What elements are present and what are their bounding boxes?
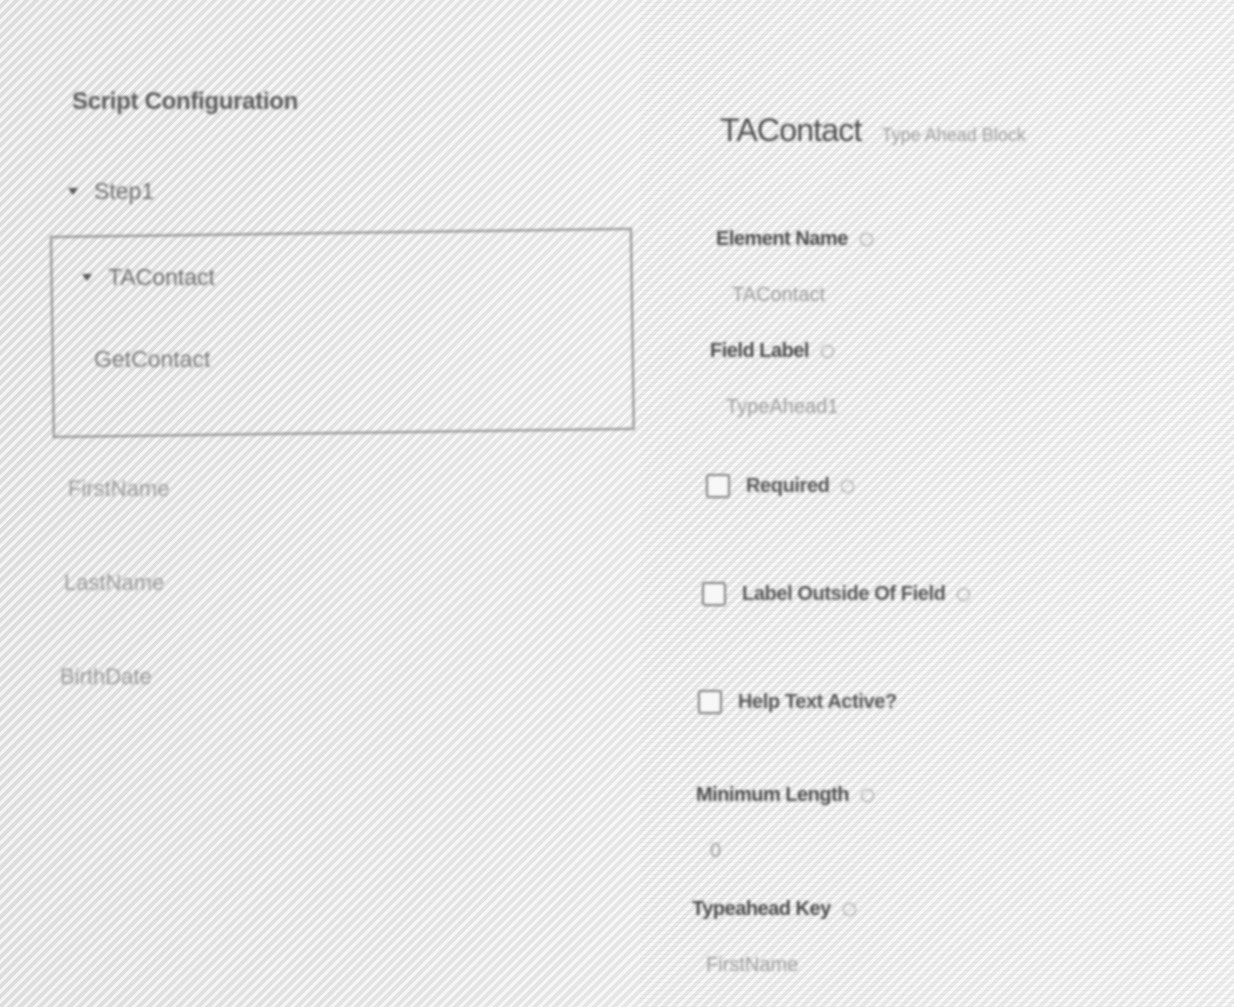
help-text-checkbox[interactable] <box>698 690 722 714</box>
tree-item-label: LastName <box>64 570 165 595</box>
caret-down-icon[interactable] <box>82 274 92 281</box>
field-label-label: Field Label <box>710 340 834 363</box>
element-title: TAContact <box>720 112 862 148</box>
caret-down-icon[interactable] <box>68 188 78 195</box>
info-icon[interactable] <box>820 345 834 358</box>
tree-item-firstname[interactable]: FirstName <box>68 476 169 502</box>
selected-block-outline[interactable] <box>50 227 635 438</box>
element-type: Type Ahead Block <box>881 125 1026 145</box>
properties-panel: TAContact Type Ahead Block Element Name … <box>690 0 1234 1007</box>
typeahead-key-label: Typeahead Key <box>692 898 856 921</box>
checkbox-label: Required <box>746 474 830 497</box>
minimum-length-input[interactable]: 0 <box>710 840 721 863</box>
checkbox-label: Help Text Active? <box>738 690 897 713</box>
structure-panel: Script Configuration Step1 TAContact Get… <box>0 0 660 1007</box>
element-name-label: Element Name <box>716 228 873 251</box>
required-checkbox-row[interactable]: Required <box>706 474 855 498</box>
typeahead-key-input[interactable]: FirstName <box>706 954 798 977</box>
tree-item-birthdate[interactable]: BirthDate <box>60 664 152 690</box>
label-text: Minimum Length <box>696 784 849 806</box>
tree-item-lastname[interactable]: LastName <box>64 570 164 596</box>
label-outside-checkbox[interactable] <box>702 582 726 606</box>
label-text: Element Name <box>716 228 848 250</box>
tree-item-step1[interactable]: Step1 <box>68 178 154 205</box>
info-icon[interactable] <box>842 903 856 916</box>
tree-item-label: FirstName <box>68 476 170 501</box>
info-icon[interactable] <box>841 479 855 493</box>
required-checkbox[interactable] <box>706 474 730 498</box>
label-outside-checkbox-row[interactable]: Label Outside Of Field <box>702 582 971 606</box>
label-text: Typeahead Key <box>692 898 831 920</box>
minimum-length-label: Minimum Length <box>696 784 874 807</box>
properties-header: TAContact Type Ahead Block <box>720 112 1026 149</box>
field-label-input[interactable]: TypeAhead1 <box>726 396 838 419</box>
tree-item-label: GetContact <box>94 346 211 372</box>
tree-item-tacontact[interactable]: TAContact <box>82 264 215 291</box>
tree-item-label: TAContact <box>108 264 215 290</box>
info-icon[interactable] <box>859 233 873 246</box>
info-icon[interactable] <box>957 587 971 601</box>
tree-item-getcontact[interactable]: GetContact <box>94 346 210 373</box>
label-text: Field Label <box>710 340 809 362</box>
element-name-input[interactable]: TAContact <box>732 284 825 307</box>
tree-item-label: Step1 <box>94 178 155 204</box>
panel-title: Script Configuration <box>72 88 298 115</box>
tree-item-label: BirthDate <box>60 664 152 689</box>
checkbox-label: Label Outside Of Field <box>742 582 946 605</box>
help-text-checkbox-row[interactable]: Help Text Active? <box>698 690 897 714</box>
info-icon[interactable] <box>860 789 874 802</box>
